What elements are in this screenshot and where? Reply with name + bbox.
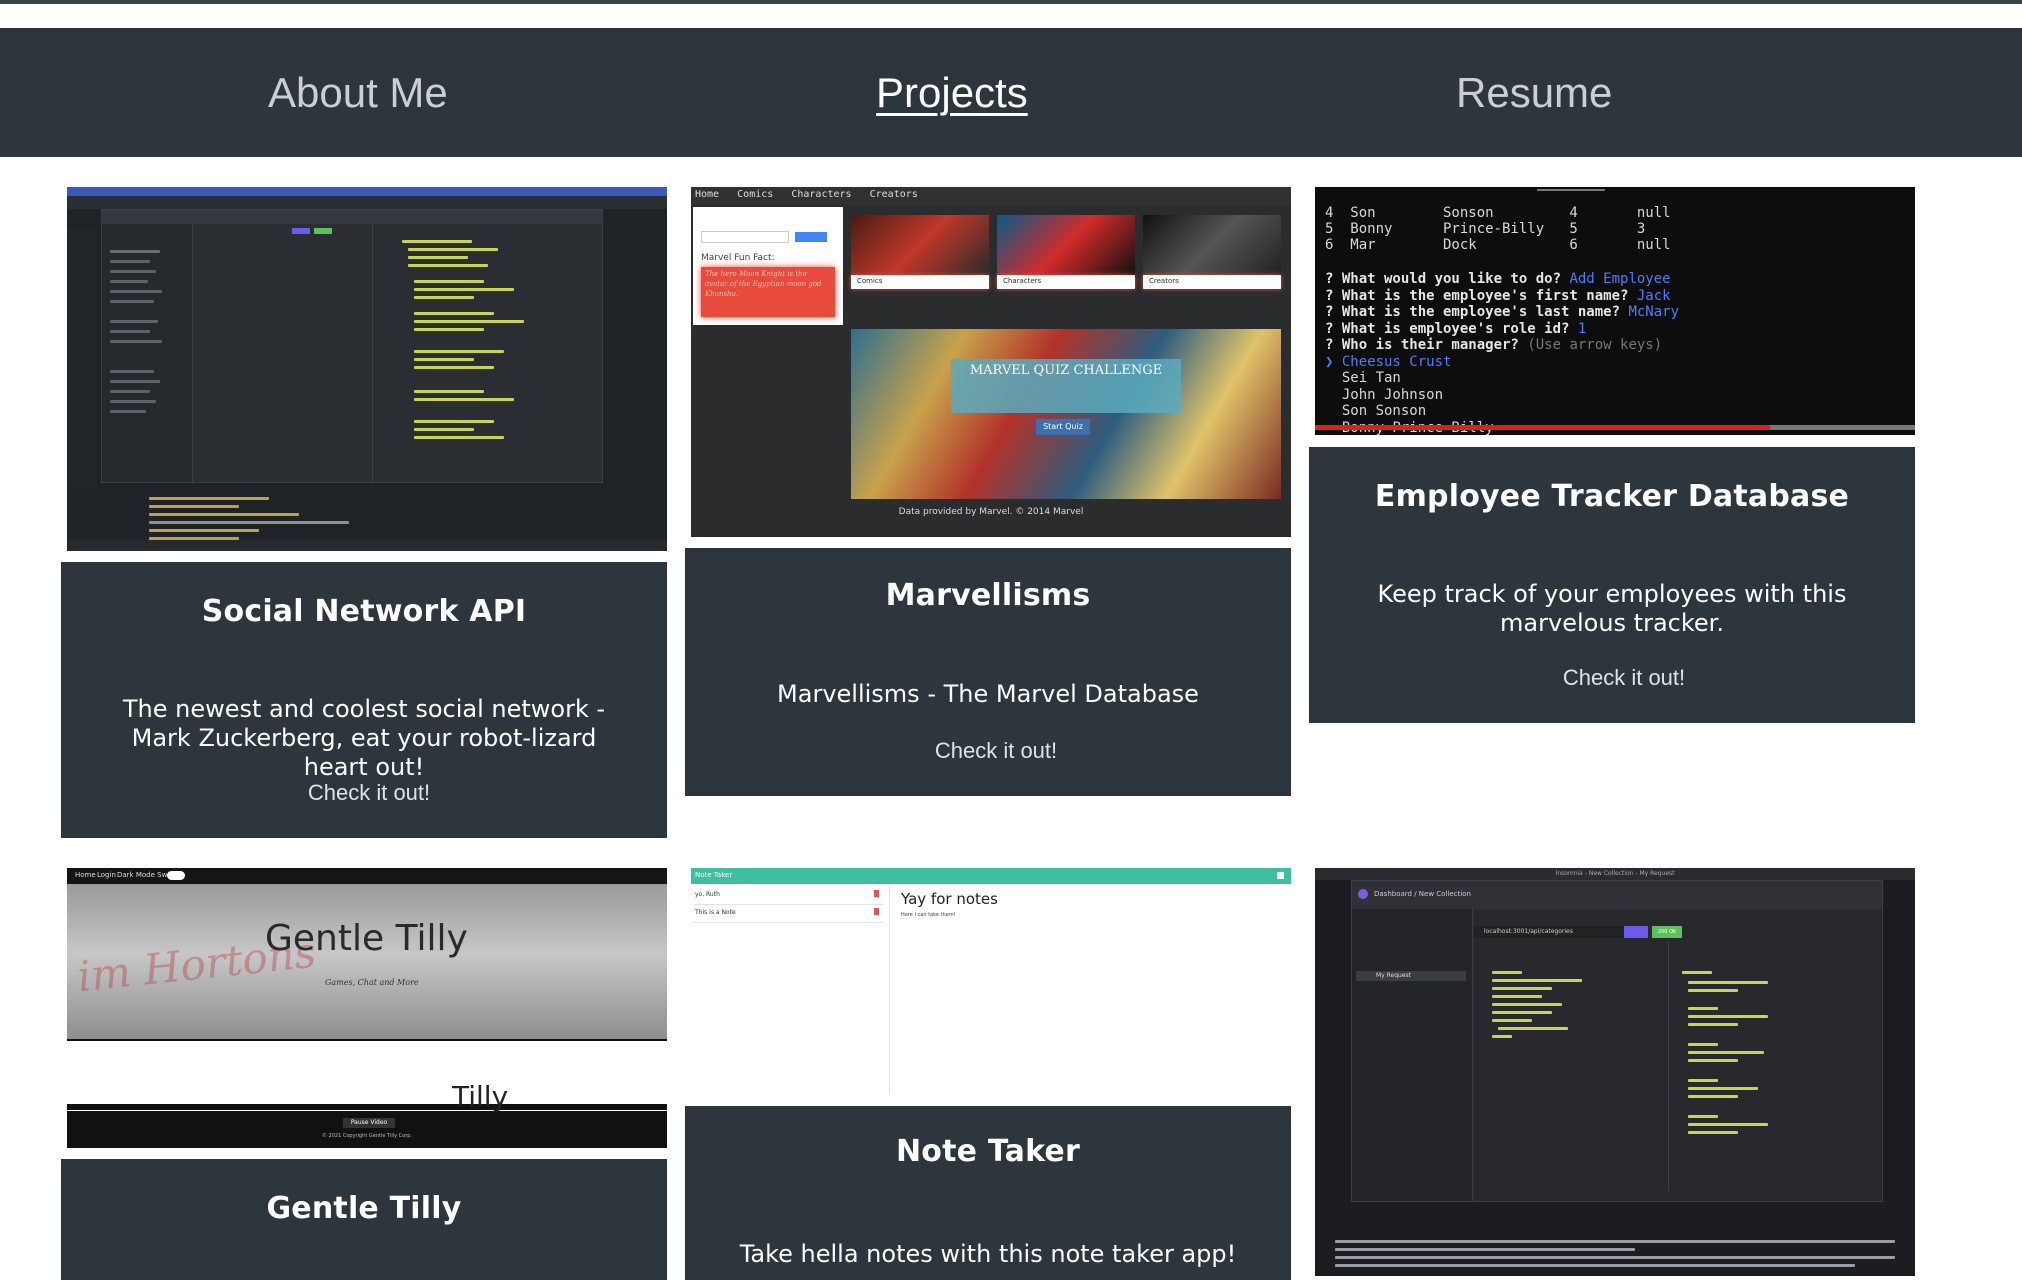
terminal-table-row: 5 Bonny Prince-Billy 5 3 (1325, 221, 1680, 237)
terminal-choice[interactable]: ❯ Cheesus Crust (1325, 354, 1679, 371)
start-quiz-button[interactable]: Start Quiz (1036, 419, 1090, 435)
tilly-hero-title: Gentle Tilly (265, 918, 468, 959)
project-card-employee-tracker: Employee Tracker Database Keep track of … (1309, 447, 1915, 723)
marvel-nav-home[interactable]: Home (695, 189, 719, 200)
project-screenshot-insomnia[interactable]: Insomnia - New Collection - My Request D… (1315, 868, 1915, 1276)
terminal-prompt: ? What is employee's role id? 1 (1325, 320, 1587, 337)
tilly-footer: © 2021 Copyright Gentle Tilly Corp. (321, 1133, 413, 1139)
check-it-out-link[interactable]: Check it out! (701, 738, 1291, 764)
terminal-table-row: 6 Mar Dock 6 null (1325, 237, 1680, 253)
project-description: Marvellisms - The Marvel Database (777, 680, 1199, 708)
delete-note-icon[interactable] (874, 908, 879, 915)
tilly-hero-subtitle: Games, Chat and More (325, 978, 419, 987)
fun-fact-label: Marvel Fun Fact: (701, 253, 775, 263)
project-title: Employee Tracker Database (1374, 479, 1850, 514)
nav-projects-link[interactable]: Projects (876, 68, 1028, 118)
project-title: Marvellisms (885, 578, 1091, 613)
terminal-choice[interactable]: Son Sonson (1325, 403, 1679, 420)
delete-note-icon[interactable] (874, 890, 879, 897)
project-card-note-taker: Note Taker Take hella notes with this no… (685, 1106, 1291, 1280)
project-screenshot-note-taker[interactable]: Note Taker yo, Ruth This is a Note Yay f… (691, 868, 1291, 1094)
fun-fact-text: The hero Moon Knight is the avatar of th… (705, 270, 822, 298)
terminal-choice[interactable]: John Johnson (1325, 387, 1679, 404)
terminal-prompt: ? What is the employee's first name? Jac… (1325, 287, 1671, 304)
terminal-prompt: ? What is the employee's last name? McNa… (1325, 304, 1680, 320)
marvel-nav-creators[interactable]: Creators (870, 189, 918, 200)
tilly-nav-login[interactable]: Login (97, 871, 116, 879)
nav-about-me-link[interactable]: About Me (268, 68, 448, 118)
tile-comics[interactable]: Comics (857, 277, 882, 285)
marvel-nav-comics[interactable]: Comics (737, 189, 773, 200)
terminal-choice[interactable]: Sei Tan (1325, 370, 1679, 387)
project-description: The newest and coolest social network - … (122, 695, 606, 781)
marvel-nav-characters[interactable]: Characters (791, 189, 851, 200)
pause-video-button[interactable]: Pause Video (343, 1118, 395, 1128)
project-card-gentle-tilly: Gentle Tilly (61, 1159, 667, 1280)
dark-mode-toggle[interactable] (167, 871, 185, 880)
insomnia-window-title: Insomnia - New Collection - My Request (1555, 870, 1675, 877)
note-list-item[interactable]: yo, Ruth (693, 888, 883, 905)
project-title: Gentle Tilly (266, 1191, 462, 1226)
save-note-icon[interactable] (1277, 872, 1284, 879)
request-item[interactable]: My Request (1376, 972, 1411, 979)
project-card-social-network-api: Social Network API The newest and cooles… (61, 562, 667, 838)
project-screenshot-marvellisms[interactable]: Home Comics Characters Creators Marvel F… (691, 187, 1291, 537)
project-screenshot-social-network[interactable] (67, 187, 667, 551)
project-title: Social Network API (201, 594, 527, 629)
terminal-prompt: ? Who is their manager? (Use arrow keys) (1325, 337, 1663, 353)
project-screenshot-gentle-tilly[interactable]: Home Login Dark Mode Switch im Hortons G… (67, 868, 667, 1148)
check-it-out-link[interactable]: Check it out! (1333, 665, 1915, 691)
top-border (0, 0, 2022, 4)
status-badge: 200 OK (1652, 926, 1682, 938)
project-screenshot-employee-tracker[interactable]: 4 Son Sonson 4 null 5 Bonny Prince-Billy… (1315, 187, 1915, 435)
project-title: Note Taker (896, 1134, 1080, 1169)
marvel-footer: Data provided by Marvel. © 2014 Marvel (898, 507, 1084, 517)
terminal-table-row: 4 Son Sonson 4 null (1325, 205, 1680, 221)
check-it-out-link[interactable]: Check it out! (71, 780, 667, 806)
note-body[interactable]: Here I can take them! (901, 912, 956, 918)
insomnia-logo-icon (1358, 889, 1368, 899)
navbar: About Me Projects Resume (0, 28, 2022, 157)
send-button[interactable] (1624, 926, 1648, 938)
project-card-marvellisms: Marvellisms Marvellisms - The Marvel Dat… (685, 548, 1291, 796)
tilly-lower-title: Tilly (452, 1080, 509, 1113)
terminal-prompt: ? What would you like to do? Add Employe… (1325, 271, 1671, 287)
note-taker-brand: Note Taker (695, 871, 733, 879)
note-list-item[interactable]: This is a Note (693, 906, 883, 923)
project-description: Take hella notes with this note taker ap… (739, 1240, 1237, 1268)
tile-characters[interactable]: Characters (1003, 277, 1041, 285)
request-url-input[interactable]: localhost:3001/api/categories (1484, 928, 1573, 935)
note-title[interactable]: Yay for notes (901, 890, 998, 908)
nav-resume-link[interactable]: Resume (1456, 68, 1612, 118)
quiz-title: MARVEL QUIZ CHALLENGE (969, 363, 1163, 378)
tilly-nav-home[interactable]: Home (75, 871, 96, 879)
tile-creators[interactable]: Creators (1149, 277, 1179, 285)
project-description: Keep track of your employees with this m… (1377, 580, 1847, 637)
insomnia-breadcrumb[interactable]: Dashboard / New Collection (1374, 890, 1471, 898)
